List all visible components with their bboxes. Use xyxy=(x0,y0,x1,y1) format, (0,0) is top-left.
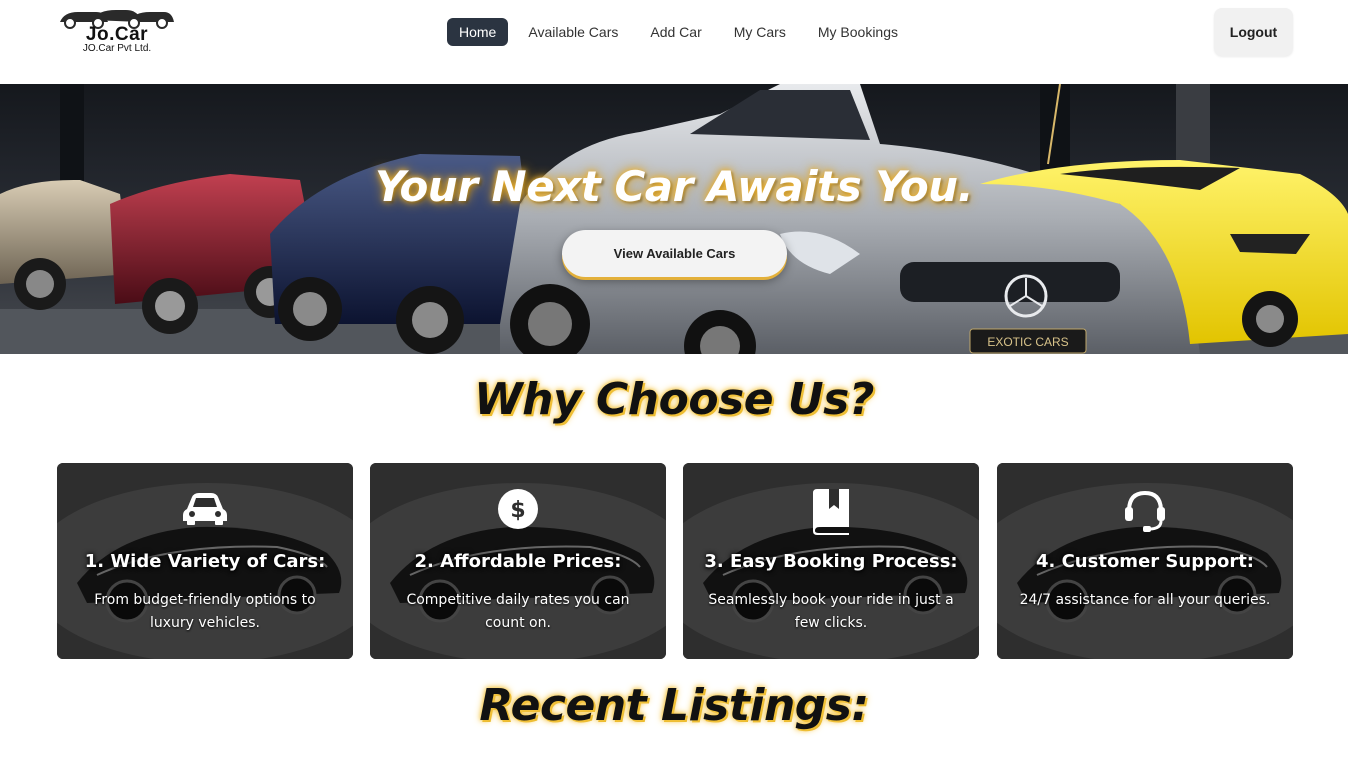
navbar: Jo.Car JO.Car Pvt Ltd. Home Available Ca… xyxy=(0,0,1348,84)
view-available-cars-button[interactable]: View Available Cars xyxy=(562,230,787,277)
nav-item-available-cars[interactable]: Available Cars xyxy=(516,18,630,46)
nav-item-my-cars[interactable]: My Cars xyxy=(722,18,798,46)
nav-item-my-bookings[interactable]: My Bookings xyxy=(806,18,910,46)
brand-logo[interactable]: Jo.Car JO.Car Pvt Ltd. xyxy=(56,8,178,58)
svg-text:$: $ xyxy=(510,498,525,523)
nav-item-home[interactable]: Home xyxy=(447,18,509,46)
hero-banner: EXOTIC CARS Your Next Car Awaits You. Vi… xyxy=(0,84,1348,354)
dollar-icon: $ xyxy=(498,489,538,529)
logout-button[interactable]: Logout xyxy=(1214,8,1293,56)
nav-item-add-car[interactable]: Add Car xyxy=(638,18,713,46)
card-description: From budget-friendly options to luxury v… xyxy=(94,592,316,631)
feature-card-prices: $ 2. Affordable Prices: Competitive dail… xyxy=(370,463,666,659)
card-description: Seamlessly book your ride in just a few … xyxy=(708,592,954,631)
card-description: 24/7 assistance for all your queries. xyxy=(1019,592,1271,608)
car-icon xyxy=(183,493,227,525)
card-title: 3. Easy Booking Process: xyxy=(704,551,958,572)
book-icon xyxy=(813,489,849,535)
recent-listings-heading: Recent Listings: xyxy=(479,680,869,731)
feature-card-booking: 3. Easy Booking Process: Seamlessly book… xyxy=(683,463,979,659)
headset-icon xyxy=(1125,490,1165,532)
card-description: Competitive daily rates you can count on… xyxy=(406,592,630,631)
card-title: 1. Wide Variety of Cars: xyxy=(84,551,326,572)
nav-links: Home Available Cars Add Car My Cars My B… xyxy=(447,18,918,46)
why-choose-us-heading: Why Choose Us? xyxy=(474,374,874,425)
hero-title: Your Next Car Awaits You. xyxy=(374,162,974,211)
brand-tagline: JO.Car Pvt Ltd. xyxy=(82,43,152,54)
hero-plate: EXOTIC CARS xyxy=(987,335,1068,349)
feature-card-support: 4. Customer Support: 24/7 assistance for… xyxy=(997,463,1293,659)
hero-cars-image: EXOTIC CARS xyxy=(0,84,1348,354)
feature-card-variety: 1. Wide Variety of Cars: From budget-fri… xyxy=(57,463,353,659)
card-title: 4. Customer Support: xyxy=(1035,551,1255,572)
card-title: 2. Affordable Prices: xyxy=(414,551,622,572)
